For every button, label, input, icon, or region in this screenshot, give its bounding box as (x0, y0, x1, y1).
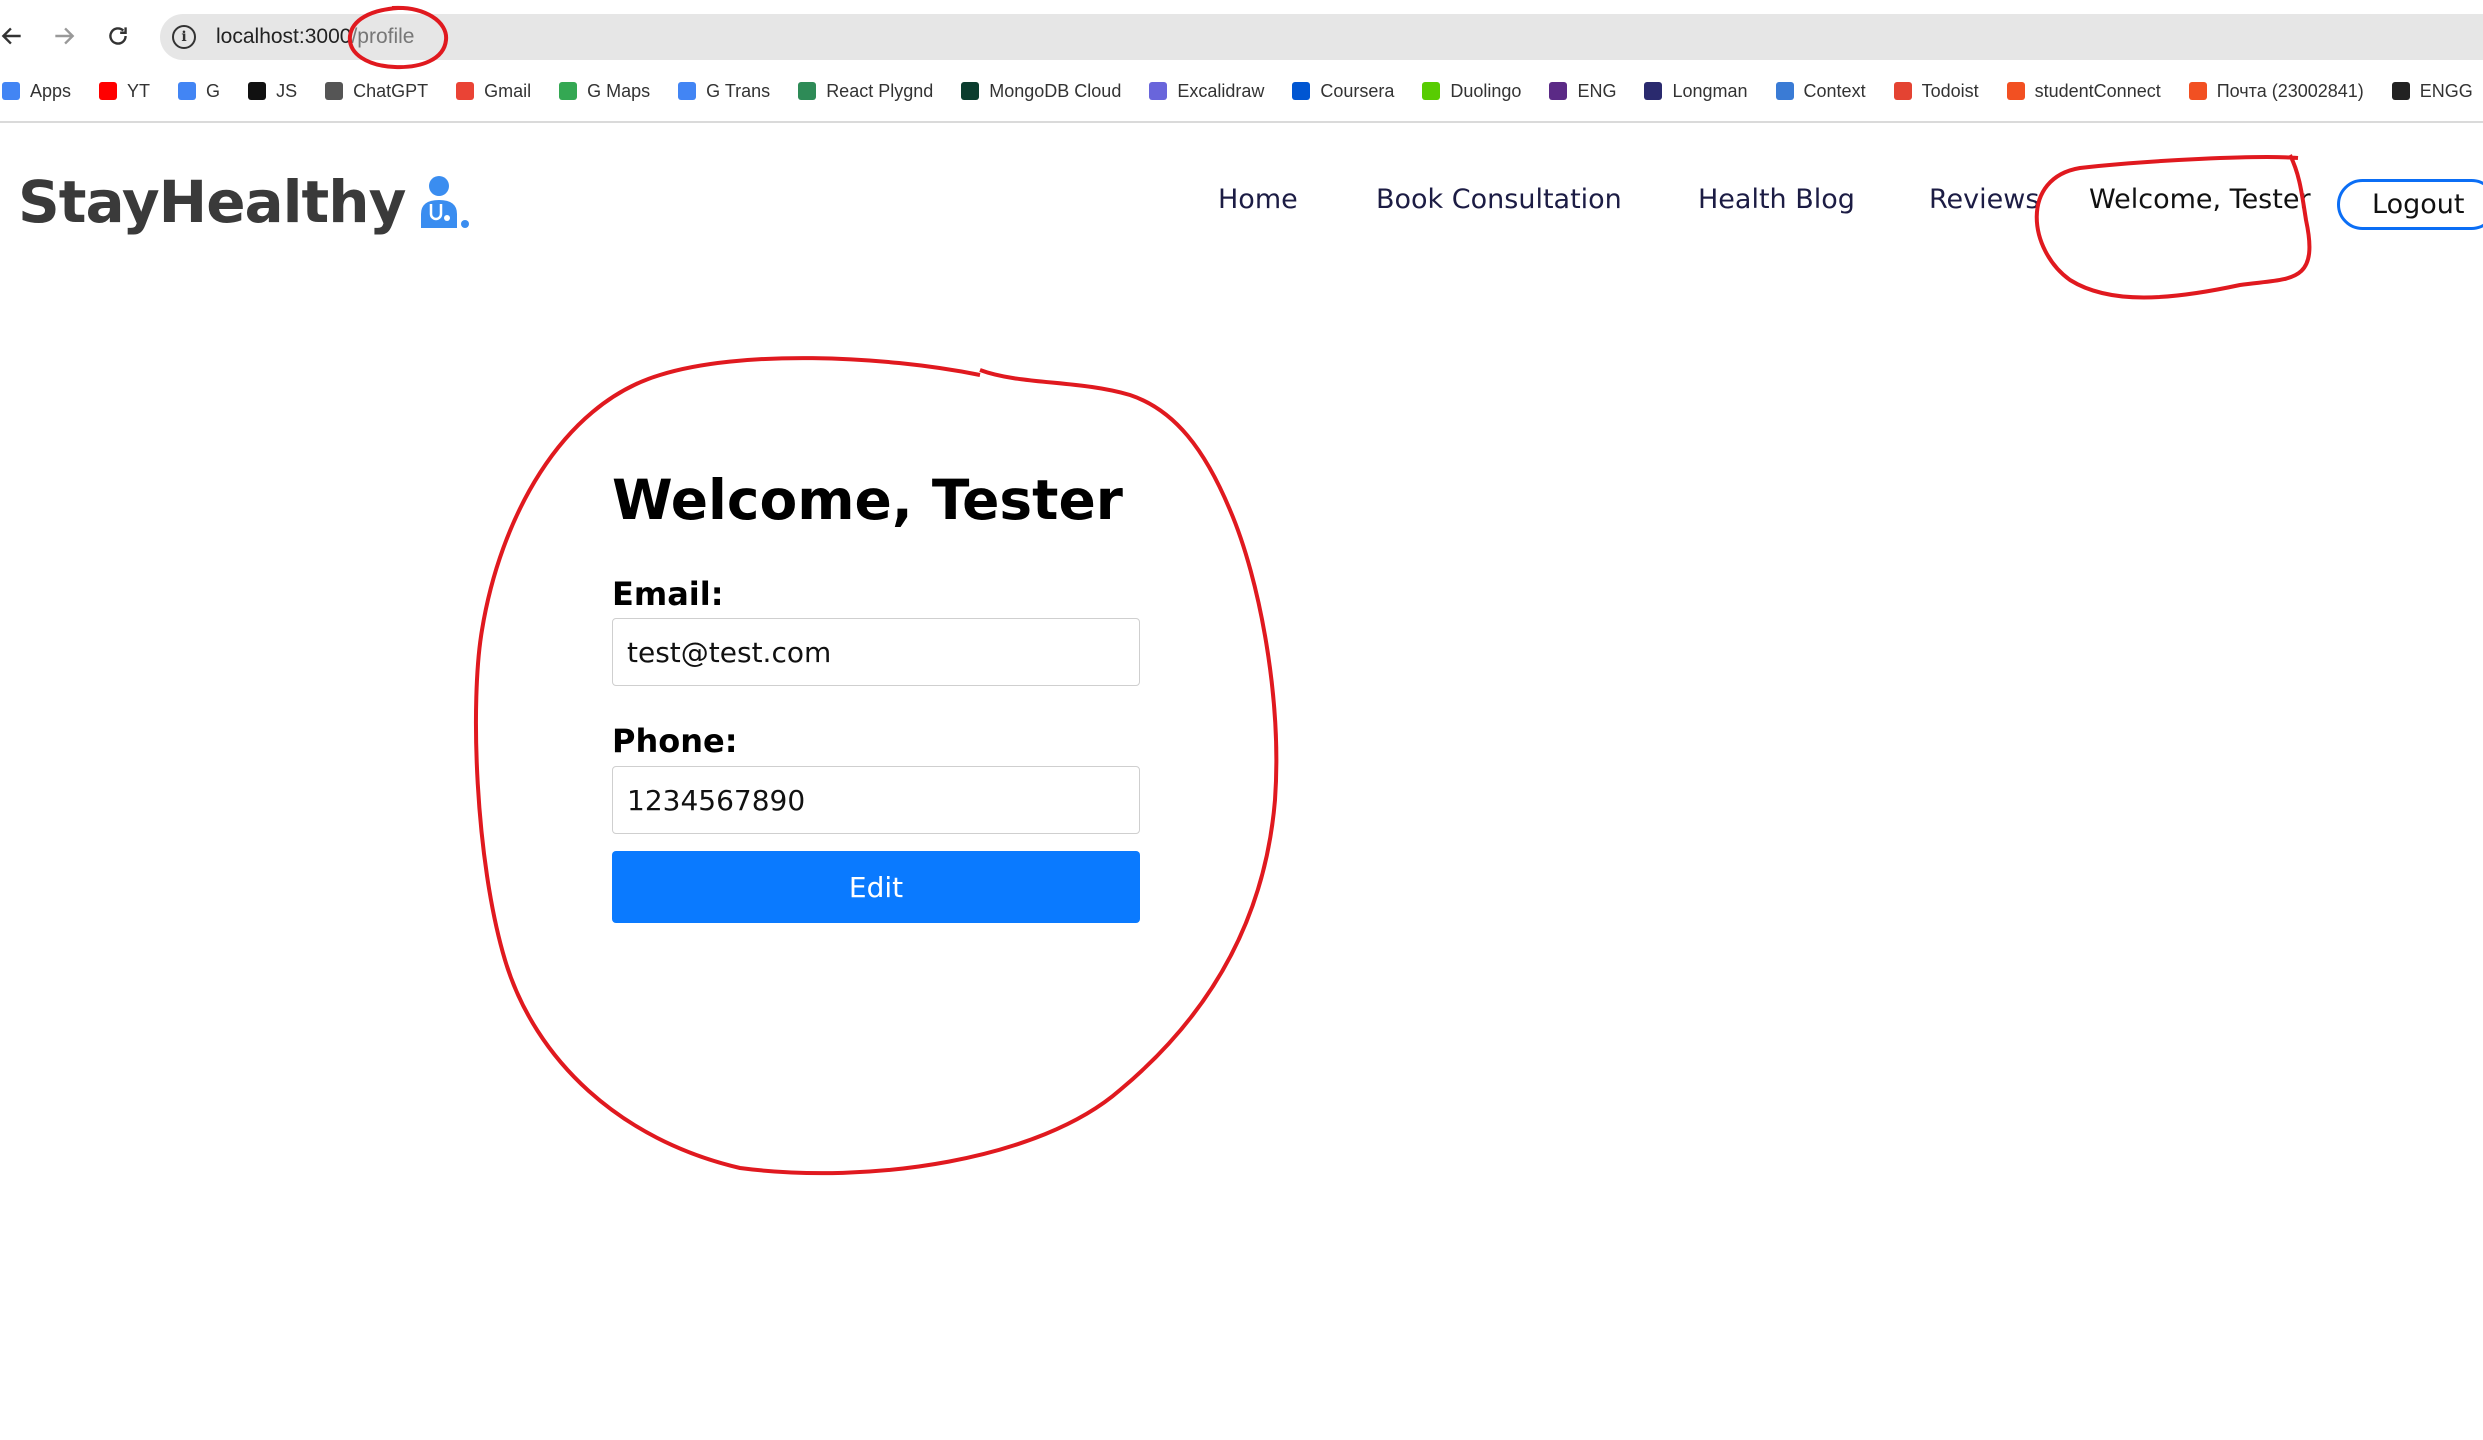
bookmark-item[interactable]: studentConnect (2006, 80, 2161, 102)
browser-chrome: i localhost:3000/profile Apps YT G JS ChatGP… (0, 0, 2483, 124)
bookmark-item[interactable]: JS (248, 81, 297, 102)
forward-button[interactable] (46, 18, 82, 54)
longman-icon (1644, 82, 1663, 100)
bookmark-item[interactable]: Excalidraw (1149, 81, 1264, 102)
bookmark-item[interactable]: React Plygnd (798, 81, 933, 102)
chatgpt-icon (325, 82, 344, 100)
url-host: localhost:3000 (216, 25, 352, 48)
bookmark-label: G Trans (706, 80, 771, 101)
bookmark-label: JS (276, 80, 298, 101)
reload-button[interactable] (100, 18, 136, 54)
bookmark-label: Longman (1672, 80, 1748, 101)
bookmark-item[interactable]: ChatGPT (325, 81, 428, 102)
bookmark-label: Context (1803, 80, 1866, 101)
bookmark-item[interactable]: G Trans (678, 81, 770, 102)
bookmark-label: Todoist (1921, 80, 1979, 101)
brand-name: StayHealthy (18, 168, 406, 236)
context-icon (1775, 82, 1794, 100)
bookmark-item[interactable]: Duolingo (1422, 81, 1521, 102)
bookmark-label: ENGG (2419, 80, 2473, 101)
nav-health-blog[interactable]: Health Blog (1698, 184, 1855, 215)
eng-icon (1549, 82, 1568, 100)
apps-grid-icon (2, 82, 20, 100)
edit-button[interactable]: Edit (612, 851, 1140, 923)
bookmark-item[interactable]: G Maps (559, 81, 650, 102)
bookmark-item[interactable]: Todoist (1893, 80, 1979, 102)
js-icon (248, 82, 267, 100)
bookmark-item[interactable]: ENG (1549, 81, 1616, 102)
microsoft-icon (2188, 82, 2207, 100)
annotation-circle-welcome (2034, 154, 2312, 300)
back-button[interactable] (0, 18, 30, 54)
email-field[interactable] (612, 618, 1140, 686)
arrow-left-icon (1, 27, 21, 45)
bookmark-label: React Plygnd (826, 80, 934, 101)
bookmark-item[interactable]: Почта (23002841) (2188, 80, 2364, 102)
globe-icon (2391, 82, 2410, 100)
nav-home[interactable]: Home (1218, 184, 1298, 215)
bookmark-label: ChatGPT (353, 80, 429, 101)
bookmark-item[interactable]: ENGG (2391, 80, 2473, 102)
arrow-right-icon (55, 27, 75, 45)
bookmark-label: Duolingo (1450, 80, 1522, 101)
reload-icon (109, 27, 127, 45)
mongodb-icon (961, 82, 980, 100)
phone-label: Phone: (612, 722, 738, 760)
email-label: Email: (612, 575, 724, 613)
doctor-icon (421, 176, 470, 228)
duolingo-icon (1422, 82, 1441, 100)
site-info-icon[interactable]: i (172, 25, 196, 49)
bookmark-item[interactable]: MongoDB Cloud (961, 81, 1121, 102)
bookmark-label: Coursera (1320, 80, 1395, 101)
url-path: /profile (351, 25, 415, 48)
bookmark-item[interactable]: Apps (2, 81, 71, 102)
bookmark-item[interactable]: Gmail (456, 81, 531, 102)
gmail-icon (456, 82, 475, 100)
bookmark-label: Apps (30, 80, 72, 101)
bookmarks-bar: Apps YT G JS ChatGPT Gmail G Maps G Trans React … (0, 76, 2483, 106)
bookmark-label: ENG (1577, 80, 1617, 101)
phone-field[interactable] (612, 766, 1140, 834)
bookmark-label: G (206, 80, 221, 101)
profile-title: Welcome, Tester (612, 468, 1123, 532)
react-playground-icon (798, 82, 817, 100)
bookmark-item[interactable]: Longman (1644, 80, 1748, 102)
url-text[interactable]: localhost:3000/profile (216, 25, 414, 49)
todoist-icon (1893, 82, 1912, 100)
bookmark-label: G Maps (587, 80, 651, 101)
bookmark-label: Почта (23002841) (2216, 80, 2364, 101)
bookmark-label: MongoDB Cloud (989, 80, 1122, 101)
nav-reviews[interactable]: Reviews (1929, 184, 2039, 215)
nav-welcome-user[interactable]: Welcome, Tester (2089, 184, 2311, 215)
nav-book-consultation[interactable]: Book Consultation (1376, 184, 1622, 215)
bookmark-label: studentConnect (2034, 80, 2161, 101)
youtube-icon (99, 82, 118, 100)
chrome-divider (0, 121, 2483, 123)
bookmark-label: YT (127, 80, 151, 101)
translate-icon (678, 82, 697, 100)
bookmark-label: Excalidraw (1177, 80, 1265, 101)
logout-button[interactable]: Logout (2337, 179, 2483, 230)
bookmark-item[interactable]: G (178, 81, 220, 102)
google-icon (178, 82, 197, 100)
bookmark-item[interactable]: YT (99, 81, 150, 102)
coursera-icon (1292, 82, 1311, 100)
address-bar[interactable]: i localhost:3000/profile (160, 14, 2483, 60)
microsoft-icon (2006, 82, 2025, 100)
bookmark-label: Gmail (484, 80, 532, 101)
excalidraw-icon (1149, 82, 1168, 100)
bookmark-item[interactable]: Context (1775, 80, 1866, 102)
bookmark-item[interactable]: Coursera (1292, 81, 1394, 102)
maps-pin-icon (559, 82, 578, 100)
site-logo[interactable]: StayHealthy (18, 168, 473, 236)
